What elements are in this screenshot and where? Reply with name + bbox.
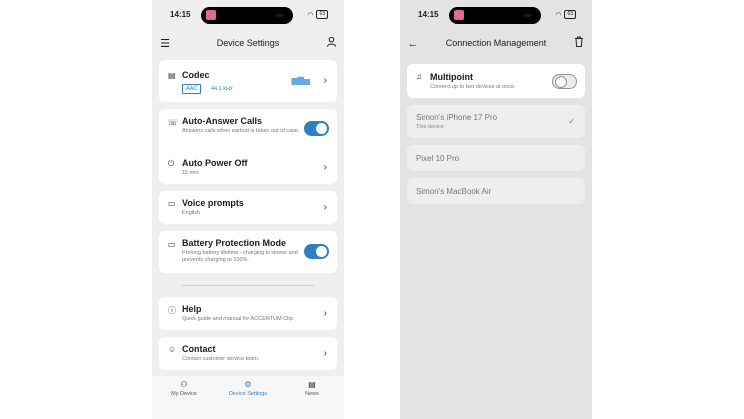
- voice-prompts-card[interactable]: ▭ Voice prompts English ›: [159, 191, 337, 224]
- wifi-icon: ◠: [555, 11, 562, 19]
- section-divider: [182, 285, 314, 286]
- account-icon[interactable]: [323, 36, 339, 52]
- checkmark-icon: ✓: [568, 117, 575, 126]
- chevron-right-icon: ›: [323, 308, 327, 319]
- auto-answer-label: Auto-Answer Calls: [182, 116, 263, 126]
- chevron-right-icon: ›: [323, 75, 327, 86]
- gear-icon: ⚙: [244, 380, 252, 389]
- status-icons: ◠ 63: [555, 10, 576, 19]
- auto-power-value: 15 min: [182, 170, 199, 176]
- battery-protection-card: ▭ Battery Protection Mode Prolong batter…: [159, 231, 337, 273]
- status-time: 14:15: [170, 10, 191, 19]
- tab-news[interactable]: ▤ News: [280, 380, 344, 397]
- device-item[interactable]: Simon's MacBook Air: [407, 178, 585, 204]
- earbuds-icon: ⚇: [180, 380, 188, 389]
- contact-label: Contact: [182, 344, 216, 354]
- contact-card[interactable]: ☺ Contact Contact customer service team.…: [159, 337, 337, 370]
- help-description: Quick guide and manual for ACCENTUM Clip…: [182, 316, 295, 322]
- auto-answer-toggle[interactable]: [304, 121, 329, 136]
- voice-prompts-label: Voice prompts: [182, 198, 244, 208]
- chevron-right-icon: ›: [323, 162, 327, 173]
- battery-icon: 63: [316, 10, 328, 19]
- device-settings-screen: 14:15 〰 ◠ 63 ☰ Device Settings ▤ Codec A…: [152, 0, 344, 419]
- status-time: 14:15: [418, 10, 439, 19]
- file-audio-icon: ▤: [168, 71, 176, 80]
- battery-protection-description: Prolong battery lifetime - charging is s…: [182, 250, 298, 263]
- contact-description: Contact customer service team.: [182, 356, 260, 362]
- auto-answer-row: ☏ Auto-Answer Calls Answers calls when e…: [159, 109, 337, 147]
- contact-person-icon: ☺: [168, 345, 177, 354]
- chevron-right-icon: ›: [323, 348, 327, 359]
- device-item[interactable]: Simon's iPhone 17 Pro This device ✓: [407, 105, 585, 138]
- auto-power-label: Auto Power Off: [182, 158, 248, 168]
- battery-charge-icon: ▭: [168, 240, 176, 249]
- codec-label: Codec: [182, 70, 210, 80]
- battery-protection-toggle[interactable]: [304, 244, 329, 259]
- tab-news-label: News: [305, 391, 319, 397]
- dynamic-island: 〰: [201, 7, 293, 24]
- tab-bar: ⚇ My Device ⚙ Device Settings ▤ News: [152, 376, 344, 419]
- header: ← Connection Management: [400, 36, 592, 52]
- chevron-right-icon: ›: [323, 202, 327, 213]
- tab-device-settings-label: Device Settings: [228, 391, 268, 397]
- audio-wave-icon: 〰: [276, 13, 283, 20]
- codec-badge: AAC: [182, 84, 202, 94]
- trash-icon[interactable]: [571, 36, 587, 52]
- wifi-icon: ◠: [307, 11, 314, 19]
- device-item[interactable]: Pixel 10 Pro: [407, 145, 585, 171]
- device-name: Simon's iPhone 17 Pro: [416, 113, 498, 122]
- tab-device-settings[interactable]: ⚙ Device Settings: [216, 380, 280, 397]
- equalizer-icon: ▆▇▅: [291, 76, 310, 85]
- help-circle-icon: ⓘ: [168, 306, 176, 315]
- auto-power-row[interactable]: ⏻ Auto Power Off 15 min ›: [159, 149, 337, 184]
- device-name: Simon's MacBook Air: [416, 187, 492, 196]
- speech-bubble-icon: ▭: [168, 199, 176, 208]
- auto-answer-description: Answers calls when earbud is taken out o…: [182, 128, 300, 134]
- multipoint-card: ♫ Multipoint Connect up to two devices a…: [407, 64, 585, 98]
- device-note: This device: [416, 124, 444, 130]
- music-note-icon: ♫: [416, 72, 422, 81]
- battery-protection-label: Battery Protection Mode: [182, 238, 287, 248]
- audio-wave-icon: 〰: [524, 13, 531, 20]
- multipoint-description: Connect up to two devices at once.: [430, 84, 516, 90]
- news-icon: ▤: [308, 380, 316, 389]
- now-playing-thumbnail: [206, 10, 216, 20]
- page-title: Device Settings: [216, 38, 280, 48]
- multipoint-toggle[interactable]: [552, 74, 577, 89]
- dynamic-island: 〰: [449, 7, 541, 24]
- tab-my-device-label: My Device: [171, 391, 197, 397]
- status-bar: 14:15 〰 ◠ 63: [152, 6, 344, 24]
- power-timer-icon: ⏻: [168, 159, 175, 168]
- codec-rate: 44.1 kHz: [211, 86, 233, 92]
- connection-management-screen: 14:15 〰 ◠ 63 ← Connection Management ♫ M…: [400, 0, 592, 419]
- multipoint-label: Multipoint: [430, 72, 473, 82]
- status-icons: ◠ 63: [307, 10, 328, 19]
- phone-icon: ☏: [168, 118, 179, 127]
- tab-my-device[interactable]: ⚇ My Device: [152, 380, 216, 397]
- help-card[interactable]: ⓘ Help Quick guide and manual for ACCENT…: [159, 297, 337, 330]
- calls-power-card: ☏ Auto-Answer Calls Answers calls when e…: [159, 109, 337, 184]
- status-bar: 14:15 〰 ◠ 63: [400, 6, 592, 24]
- battery-icon: 63: [564, 10, 576, 19]
- device-name: Pixel 10 Pro: [416, 154, 460, 163]
- voice-prompts-value: English: [182, 210, 201, 216]
- header: ☰ Device Settings: [152, 36, 344, 52]
- page-title: Connection Management: [445, 38, 547, 48]
- now-playing-thumbnail: [454, 10, 464, 20]
- help-label: Help: [182, 304, 202, 314]
- codec-card[interactable]: ▤ Codec AAC 44.1 kHz ▆▇▅ ›: [159, 60, 337, 102]
